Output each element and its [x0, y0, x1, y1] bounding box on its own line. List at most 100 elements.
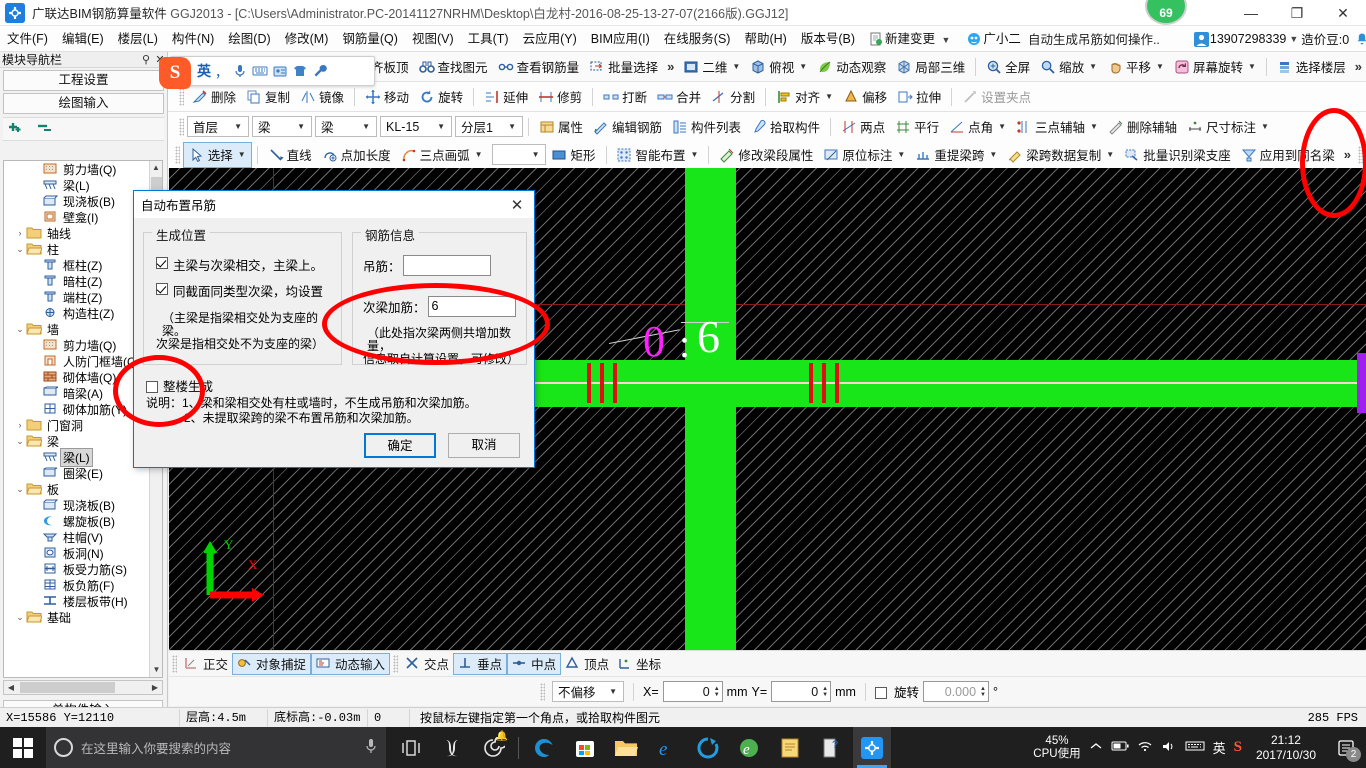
account-phone[interactable]: 13907298339	[1210, 32, 1286, 46]
menu-tools[interactable]: 工具(T)	[461, 27, 516, 51]
tree-expander-icon[interactable]: ›	[14, 420, 26, 430]
skin-icon[interactable]	[292, 63, 308, 79]
parallel-axis-button[interactable]: 平行	[890, 114, 944, 140]
mic-icon[interactable]	[364, 737, 378, 758]
chevron-down-icon[interactable]: ▼	[504, 122, 520, 131]
offset-y-input[interactable]: 0 ▲ ▼	[771, 681, 832, 702]
menu-draw[interactable]: 绘图(D)	[221, 27, 277, 51]
chevron-down-icon[interactable]: ▼	[942, 35, 951, 45]
sogou-logo-icon[interactable]: S	[159, 57, 191, 89]
three-point-axis-button[interactable]: 三点辅轴 ▼	[1011, 114, 1103, 140]
hanger-rebar-input[interactable]	[402, 255, 491, 276]
rotate-button[interactable]: 旋转	[414, 84, 468, 110]
chevron-down-icon[interactable]: ▼	[1089, 62, 1097, 71]
top-view-button[interactable]: 俯视 ▼	[745, 54, 812, 80]
cortana-spiral-icon[interactable]: 🔔	[474, 727, 512, 768]
battery-icon[interactable]	[1111, 740, 1129, 755]
notification-badge[interactable]: 69	[1145, 0, 1187, 25]
dialog-close-icon[interactable]: ✕	[500, 196, 534, 214]
snap-coordinate-button[interactable]: 坐标	[613, 653, 665, 675]
subcategory-combobox[interactable]: 梁 ▼	[315, 116, 377, 137]
scroll-right-button[interactable]: ▶	[148, 683, 162, 692]
tree-expander-icon[interactable]: ⌄	[14, 436, 26, 447]
toolbar-grip[interactable]	[174, 145, 180, 164]
tree-expander-icon[interactable]: ⌄	[14, 484, 26, 495]
tree-item[interactable]: 框柱(Z)	[4, 257, 149, 273]
tree-item[interactable]: ⌄ 基础	[4, 609, 149, 625]
checkbox-row-same-section[interactable]: 同截面同类型次梁，均设置	[156, 281, 336, 300]
chevron-down-icon[interactable]: ▼	[897, 150, 905, 159]
checkbox-rotate[interactable]	[874, 686, 887, 699]
spinner-arrows-icon[interactable]: ▲ ▼	[980, 686, 986, 698]
chevron-down-icon[interactable]: ▼	[1156, 62, 1164, 71]
chevron-down-icon[interactable]: ▼	[1289, 34, 1298, 44]
tree-item[interactable]: › 轴线	[4, 225, 149, 241]
beam-vertical[interactable]	[685, 168, 736, 650]
coins-label[interactable]: 造价豆:0	[1301, 29, 1349, 48]
card-icon[interactable]	[272, 63, 288, 79]
scroll-up-button[interactable]: ▲	[150, 161, 162, 175]
notepad-icon[interactable]	[771, 727, 809, 768]
tree-item[interactable]: 端柱(Z)	[4, 289, 149, 305]
chevron-down-icon[interactable]: ▼	[433, 122, 449, 131]
select-floor-button[interactable]: 选择楼层	[1272, 54, 1351, 80]
collapse-all-icon[interactable]	[37, 121, 57, 138]
tree-item[interactable]: 现浇板(B)	[4, 497, 149, 513]
keyboard-icon[interactable]	[252, 63, 268, 79]
chevron-down-icon[interactable]: ▼	[799, 62, 807, 71]
floor-combobox[interactable]: 首层 ▼	[187, 116, 249, 137]
delete-axis-button[interactable]: 删除辅轴	[1103, 114, 1182, 140]
tree-horizontal-scrollbar[interactable]: ◀ ▶	[3, 680, 163, 695]
delete-button[interactable]: 删除	[187, 84, 241, 110]
menu-version[interactable]: 版本号(B)	[794, 27, 862, 51]
sogou-icon[interactable]	[433, 727, 471, 768]
menu-online-service[interactable]: 在线服务(S)	[657, 27, 738, 51]
toolbar-row1-overflow[interactable]: »	[663, 59, 678, 74]
split-button[interactable]: 分割	[706, 84, 760, 110]
ime-language-indicator[interactable]: 英	[1213, 738, 1226, 757]
tools-icon[interactable]	[312, 63, 328, 79]
tree-expander-icon[interactable]: ⌄	[14, 324, 26, 335]
start-button[interactable]	[0, 727, 46, 768]
greenbrowser-icon[interactable]: e	[730, 727, 768, 768]
offsetbar-grip[interactable]	[540, 682, 546, 701]
guangxiaoer-button[interactable]: 广小二	[960, 27, 1028, 51]
glodon-icon[interactable]	[853, 727, 891, 768]
chevron-down-icon[interactable]: ▼	[293, 122, 309, 131]
tree-expander-icon[interactable]: ›	[14, 228, 26, 238]
view-rebar-qty-button[interactable]: 查看钢筋量	[493, 54, 585, 80]
tree-item[interactable]: ⌄ 墙	[4, 321, 149, 337]
tree-item[interactable]: ⌄ 板	[4, 481, 149, 497]
offset-button[interactable]: 偏移	[838, 84, 892, 110]
find-element-button[interactable]: 查找图元	[414, 54, 493, 80]
copy-button[interactable]: 复制	[241, 84, 295, 110]
tree-item[interactable]: 剪力墙(Q)	[4, 337, 149, 353]
scroll-down-button[interactable]: ▼	[150, 663, 162, 677]
taskbar-clock[interactable]: 21:12 2017/10/30	[1250, 733, 1322, 763]
rectangle-tool-button[interactable]: 矩形	[546, 142, 600, 168]
scroll-left-button[interactable]: ◀	[4, 683, 18, 692]
chevron-up-icon[interactable]	[1089, 741, 1103, 754]
minimize-button[interactable]: —	[1228, 0, 1274, 26]
new-change-button[interactable]: 新建变更 ▼	[862, 27, 960, 51]
select-tool-button[interactable]: 选择 ▼	[182, 141, 252, 168]
properties-button[interactable]: 属性	[534, 114, 588, 140]
spinner-arrows-icon[interactable]: ▲ ▼	[714, 686, 720, 698]
chevron-down-icon[interactable]: ▼	[1090, 122, 1098, 131]
snap-ortho-button[interactable]: 正交	[180, 653, 232, 675]
menu-floor[interactable]: 楼层(L)	[111, 27, 165, 51]
store-icon[interactable]	[566, 727, 604, 768]
maximize-button[interactable]: ❐	[1274, 0, 1320, 26]
checkbox-row-main-secondary[interactable]: 主梁与次梁相交，主梁上。	[156, 255, 336, 274]
chevron-down-icon[interactable]: ▼	[475, 150, 483, 159]
cancel-button[interactable]: 取消	[448, 433, 520, 458]
copy-span-data-button[interactable]: 梁跨数据复制 ▼	[1002, 142, 1119, 168]
chevron-down-icon[interactable]: ▼	[238, 150, 246, 159]
merge-button[interactable]: 合并	[652, 84, 706, 110]
tab-drawing-input[interactable]: 绘图输入	[3, 93, 164, 114]
tree-item[interactable]: 壁龛(I)	[4, 209, 149, 225]
ime-floating-toolbar[interactable]: S 英 ，	[159, 56, 375, 89]
modify-beam-seg-button[interactable]: 修改梁段属性	[714, 142, 818, 168]
pan-button[interactable]: 平移 ▼	[1102, 54, 1169, 80]
checkbox-main-secondary[interactable]	[156, 257, 168, 269]
